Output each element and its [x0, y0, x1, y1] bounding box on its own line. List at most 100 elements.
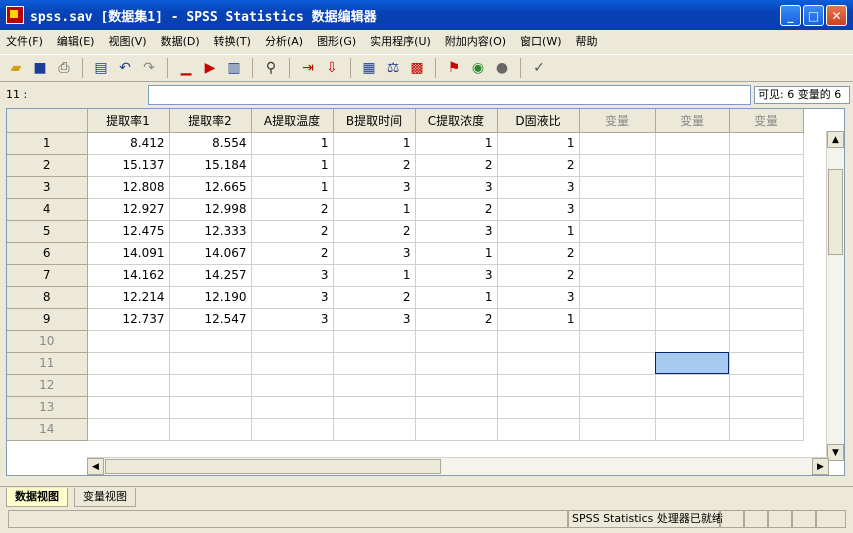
grid-cell[interactable]: 14.067	[169, 242, 252, 265]
column-header[interactable]: A提取温度	[251, 109, 334, 133]
grid-cell[interactable]	[333, 396, 416, 419]
grid-cell[interactable]	[729, 330, 804, 353]
title-bar[interactable]: spss.sav [数据集1] - SPSS Statistics 数据编辑器 …	[0, 0, 853, 30]
row-header[interactable]: 14	[7, 418, 88, 441]
grid-cell[interactable]: 1	[497, 220, 580, 243]
grid-cell[interactable]: 1	[497, 308, 580, 331]
grid-cell[interactable]	[729, 374, 804, 397]
show-all-icon[interactable]: ●	[492, 58, 512, 78]
save-icon[interactable]: ■	[30, 58, 50, 78]
grid-cell[interactable]	[655, 286, 730, 309]
menu-help[interactable]: 帮助	[576, 33, 598, 49]
grid-cell[interactable]	[655, 198, 730, 221]
grid-cell[interactable]: 1	[415, 132, 498, 155]
grid-cell[interactable]	[169, 418, 252, 441]
scroll-up-arrow-icon[interactable]: ▲	[827, 131, 844, 148]
split-file-icon[interactable]: ▦	[359, 58, 379, 78]
grid-cell[interactable]	[579, 264, 656, 287]
grid-cell[interactable]	[729, 286, 804, 309]
grid-cell[interactable]: 2	[415, 308, 498, 331]
grid-cell[interactable]: 12.998	[169, 198, 252, 221]
grid-cell[interactable]	[729, 396, 804, 419]
grid-cell[interactable]: 12.927	[87, 198, 170, 221]
grid-cell[interactable]: 1	[415, 286, 498, 309]
grid-cell[interactable]: 1	[251, 154, 334, 177]
insert-cases-icon[interactable]: ⇥	[298, 58, 318, 78]
row-header[interactable]: 7	[7, 264, 88, 287]
grid-cell[interactable]	[729, 264, 804, 287]
grid-cell[interactable]: 1	[497, 132, 580, 155]
grid-cell[interactable]	[169, 352, 252, 375]
horizontal-scroll-thumb[interactable]	[105, 459, 441, 474]
grid-cell[interactable]	[655, 242, 730, 265]
grid-cell[interactable]: 3	[497, 176, 580, 199]
menu-data[interactable]: 数据(D)	[161, 33, 200, 49]
use-sets-icon[interactable]: ◉	[468, 58, 488, 78]
grid-cell[interactable]	[729, 154, 804, 177]
menu-analyze[interactable]: 分析(A)	[265, 33, 303, 49]
row-header[interactable]: 4	[7, 198, 88, 221]
grid-cell[interactable]: 3	[251, 308, 334, 331]
grid-cell[interactable]	[655, 418, 730, 441]
grid-cell[interactable]: 1	[251, 176, 334, 199]
row-header[interactable]: 3	[7, 176, 88, 199]
grid-cell[interactable]: 1	[333, 264, 416, 287]
grid-cell[interactable]	[729, 198, 804, 221]
undo-icon[interactable]: ↶	[115, 58, 135, 78]
variables-icon[interactable]: ▥	[224, 58, 244, 78]
grid-cell[interactable]: 14.091	[87, 242, 170, 265]
grid-cell[interactable]: 14.162	[87, 264, 170, 287]
menu-utilities[interactable]: 实用程序(U)	[370, 33, 431, 49]
grid-cell[interactable]	[497, 396, 580, 419]
grid-cell[interactable]	[655, 154, 730, 177]
open-icon[interactable]: ▰	[6, 58, 26, 78]
grid-cell[interactable]	[169, 374, 252, 397]
grid-cell[interactable]	[655, 132, 730, 155]
grid-cell[interactable]: 15.137	[87, 154, 170, 177]
selected-cell[interactable]	[655, 352, 730, 375]
grid-cell[interactable]: 1	[333, 132, 416, 155]
grid-cell[interactable]: 2	[333, 286, 416, 309]
row-header[interactable]: 9	[7, 308, 88, 331]
grid-cell[interactable]	[251, 374, 334, 397]
grid-cell[interactable]: 15.184	[169, 154, 252, 177]
grid-cell[interactable]: 2	[497, 242, 580, 265]
maximize-button[interactable]: □	[803, 5, 824, 26]
print-icon[interactable]: ⎙	[54, 58, 74, 78]
grid-cell[interactable]	[333, 330, 416, 353]
minimize-button[interactable]: _	[780, 5, 801, 26]
grid-cell[interactable]	[579, 352, 656, 375]
grid-cell[interactable]	[169, 330, 252, 353]
dialog-recall-icon[interactable]: ▤	[91, 58, 111, 78]
grid-cell[interactable]	[579, 374, 656, 397]
grid-cell[interactable]: 2	[497, 154, 580, 177]
grid-cell[interactable]: 12.475	[87, 220, 170, 243]
grid-cell[interactable]	[251, 396, 334, 419]
grid-cell[interactable]: 2	[497, 264, 580, 287]
grid-cell[interactable]	[87, 330, 170, 353]
grid-cell[interactable]: 12.547	[169, 308, 252, 331]
row-header[interactable]: 2	[7, 154, 88, 177]
grid-cell[interactable]	[655, 220, 730, 243]
grid-cell[interactable]	[251, 418, 334, 441]
grid-cell[interactable]: 3	[333, 308, 416, 331]
row-header[interactable]: 5	[7, 220, 88, 243]
grid-cell[interactable]	[579, 198, 656, 221]
grid-cell[interactable]	[655, 264, 730, 287]
grid-cell[interactable]: 2	[251, 242, 334, 265]
grid-cell[interactable]	[333, 374, 416, 397]
row-header[interactable]: 13	[7, 396, 88, 419]
grid-cell[interactable]: 8.412	[87, 132, 170, 155]
grid-cell[interactable]	[497, 418, 580, 441]
column-header[interactable]: 提取率2	[169, 109, 252, 133]
grid-cell[interactable]: 3	[251, 286, 334, 309]
grid-cell[interactable]	[87, 374, 170, 397]
grid-cell[interactable]: 3	[415, 264, 498, 287]
grid-cell[interactable]	[251, 352, 334, 375]
grid-cell[interactable]	[333, 418, 416, 441]
grid-cell[interactable]	[579, 330, 656, 353]
grid-cell[interactable]: 12.333	[169, 220, 252, 243]
grid-cell[interactable]	[655, 176, 730, 199]
grid-cell[interactable]	[579, 286, 656, 309]
grid-cell[interactable]	[579, 242, 656, 265]
